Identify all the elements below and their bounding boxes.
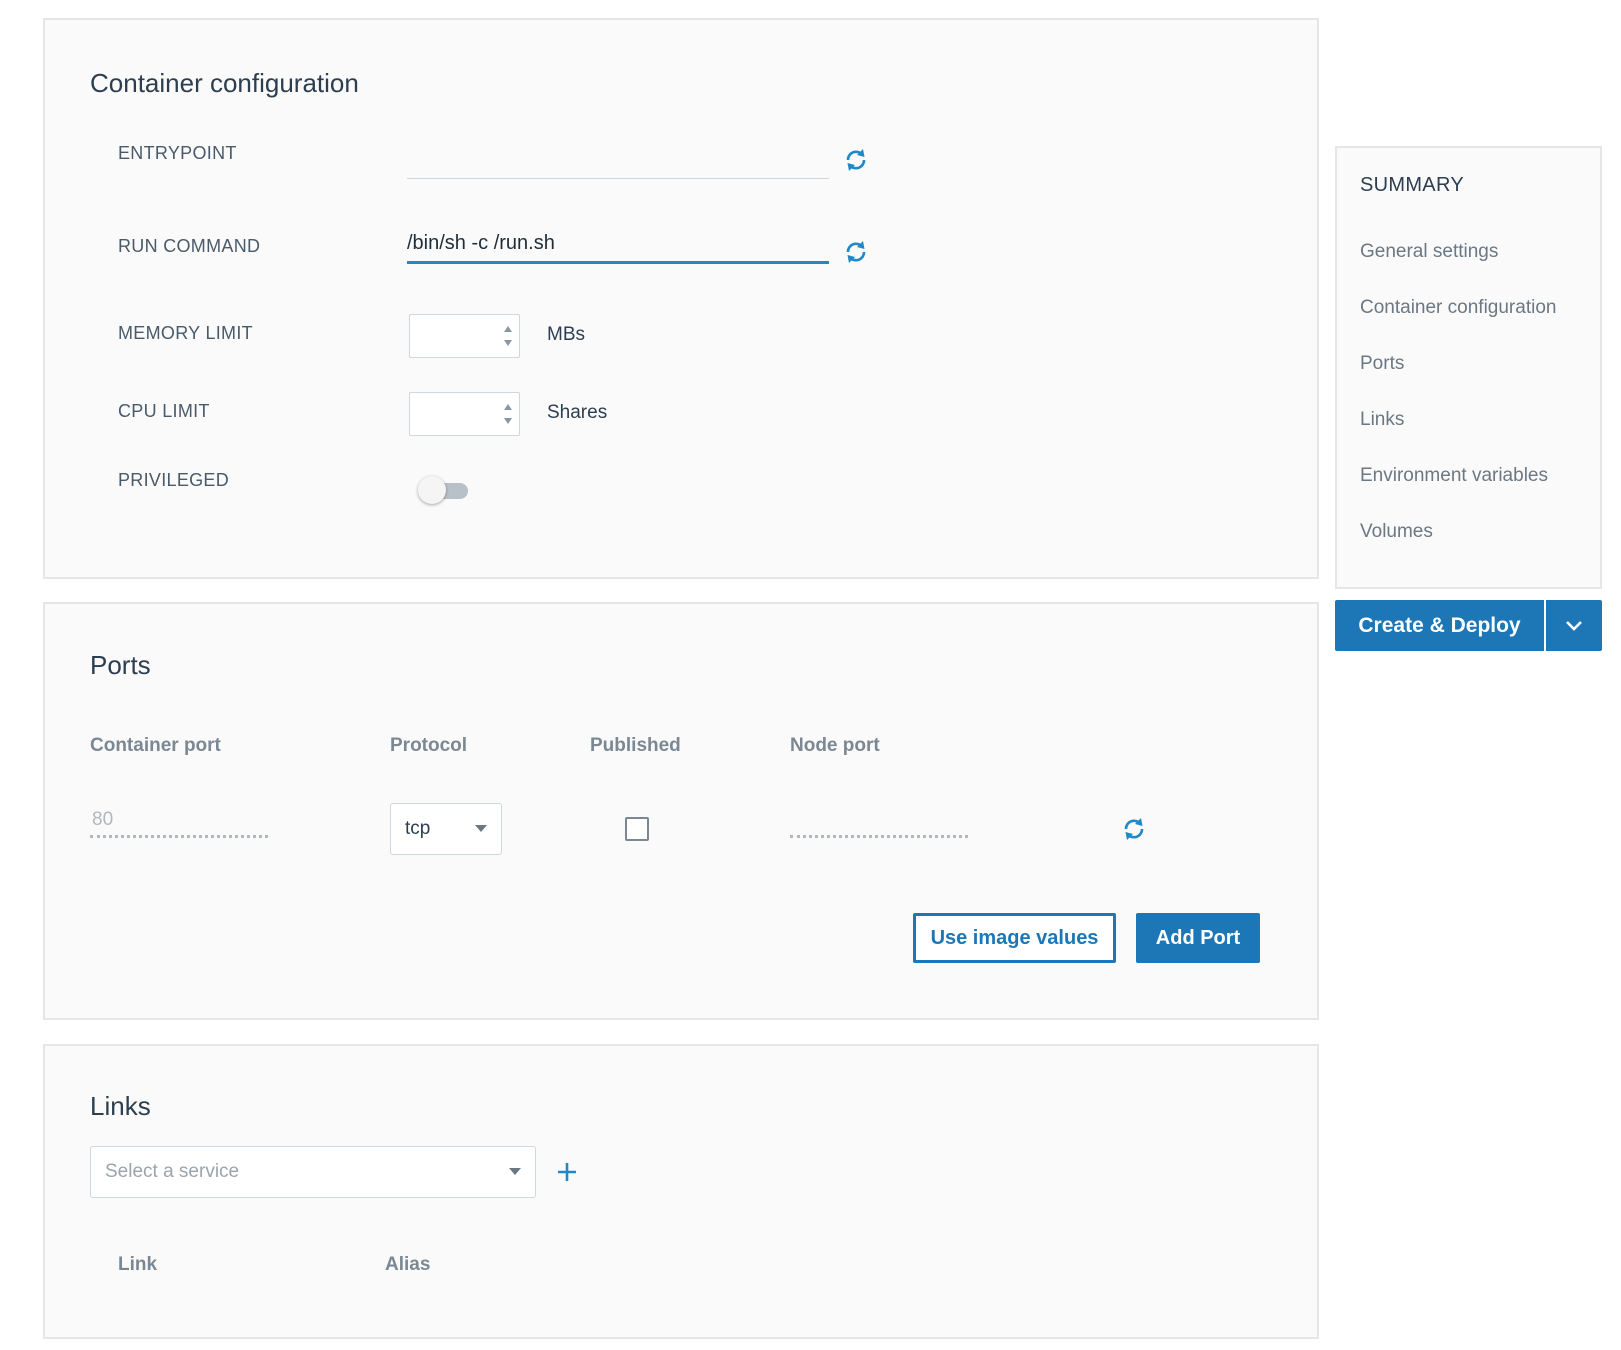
chevron-down-icon: [509, 1168, 521, 1175]
privileged-toggle[interactable]: [418, 475, 468, 505]
deploy-options-button[interactable]: [1546, 600, 1602, 651]
column-header-published: Published: [590, 735, 681, 756]
run-command-refresh-icon[interactable]: [842, 238, 870, 266]
container-configuration-title: Container configuration: [90, 68, 359, 98]
ports-title: Ports: [90, 650, 151, 680]
ports-panel: Ports Container port Protocol Published …: [43, 602, 1319, 1020]
cpu-limit-input[interactable]: [409, 392, 520, 436]
privileged-label: PRIVILEGED: [118, 470, 230, 490]
create-deploy-button[interactable]: Create & Deploy: [1335, 600, 1544, 651]
column-header-node-port: Node port: [790, 735, 880, 756]
links-panel: Links Select a service Link Alias: [43, 1044, 1319, 1339]
memory-limit-spinner-icon[interactable]: [503, 321, 513, 351]
published-checkbox[interactable]: [625, 817, 649, 841]
port-refresh-icon[interactable]: [1120, 815, 1148, 843]
toggle-knob: [418, 476, 446, 504]
cpu-limit-label: CPU LIMIT: [118, 401, 210, 421]
cpu-limit-unit: Shares: [547, 402, 608, 423]
container-port-input[interactable]: [90, 804, 268, 838]
summary-item-ports[interactable]: Ports: [1360, 353, 1404, 375]
protocol-select[interactable]: tcp: [390, 803, 502, 855]
use-image-values-button[interactable]: Use image values: [913, 913, 1116, 963]
summary-panel: SUMMARY General settings Container confi…: [1335, 146, 1602, 589]
memory-limit-input[interactable]: [409, 314, 520, 358]
entrypoint-refresh-icon[interactable]: [842, 146, 870, 174]
cpu-limit-spinner-icon[interactable]: [503, 399, 513, 429]
entrypoint-label: ENTRYPOINT: [118, 143, 237, 163]
summary-item-container-configuration[interactable]: Container configuration: [1360, 297, 1556, 319]
memory-limit-unit: MBs: [547, 324, 585, 345]
column-header-container-port: Container port: [90, 735, 221, 756]
plus-icon[interactable]: [555, 1160, 579, 1184]
run-command-input[interactable]: [407, 230, 829, 264]
summary-title: SUMMARY: [1360, 174, 1464, 196]
summary-item-links[interactable]: Links: [1360, 409, 1404, 431]
memory-limit-label: MEMORY LIMIT: [118, 323, 253, 343]
protocol-value: tcp: [405, 818, 431, 839]
deploy-button-group: Create & Deploy: [1335, 600, 1602, 651]
node-port-input[interactable]: [790, 804, 968, 838]
summary-item-volumes[interactable]: Volumes: [1360, 521, 1433, 543]
run-command-label: RUN COMMAND: [118, 236, 261, 256]
summary-item-general-settings[interactable]: General settings: [1360, 241, 1498, 263]
column-header-protocol: Protocol: [390, 735, 468, 756]
summary-item-environment-variables[interactable]: Environment variables: [1360, 465, 1548, 487]
add-port-button[interactable]: Add Port: [1136, 913, 1260, 963]
service-select-placeholder: Select a service: [105, 1161, 240, 1182]
service-select[interactable]: Select a service: [90, 1146, 536, 1198]
column-header-link: Link: [118, 1254, 158, 1275]
column-header-alias: Alias: [385, 1254, 431, 1275]
chevron-down-icon: [475, 825, 487, 832]
links-title: Links: [90, 1091, 151, 1121]
chevron-down-icon: [1566, 620, 1582, 631]
container-configuration-panel: Container configuration ENTRYPOINT RUN C…: [43, 18, 1319, 579]
entrypoint-input[interactable]: [407, 145, 829, 179]
